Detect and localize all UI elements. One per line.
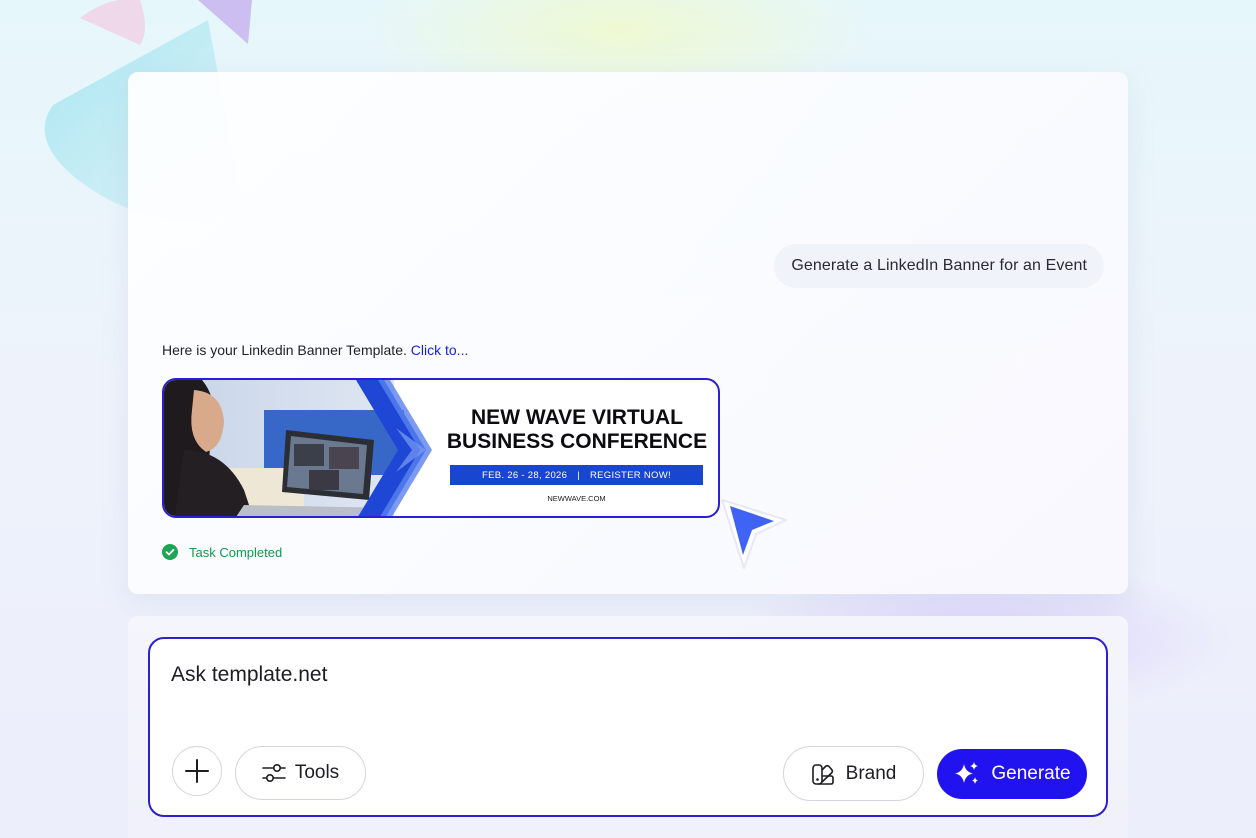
generate-button[interactable]: Generate [937,749,1087,799]
sparkles-icon [955,762,979,784]
brand-label: Brand [845,762,897,784]
chat-panel: Generate a LinkedIn Banner for an Event … [128,72,1128,594]
prompt-input[interactable] [171,663,871,687]
decorative-shapes [80,0,252,45]
banner-date: FEB. 26 - 28, 2026 [482,469,568,481]
banner-cta: REGISTER NOW! [589,469,671,481]
user-message-bubble: Generate a LinkedIn Banner for an Event [774,244,1104,288]
check-circle-icon [162,544,178,560]
banner-title-line: BUSINESS CONFERENCE [446,430,708,453]
banner-url: NEWWAVE.COM [547,494,606,503]
cursor-pointer-icon [721,499,787,569]
banner-separator: | [577,469,580,481]
banner-title-line: NEW WAVE VIRTUAL [471,406,683,429]
banner-title: NEW WAVE VIRTUAL BUSINESS CONFERENCE [432,406,718,454]
composer-box: Tools Brand Generate [148,637,1108,817]
generate-label: Generate [991,763,1071,784]
brand-button[interactable]: Brand [783,746,924,801]
tools-label: Tools [294,762,340,783]
plus-icon [185,759,209,783]
reply-text: Here is your Linkedin Banner Template. [162,342,407,358]
tools-button[interactable]: Tools [235,746,366,800]
sliders-icon [262,763,286,783]
assistant-reply: Here is your Linkedin Banner Template. C… [162,342,468,358]
add-attachment-button[interactable] [172,746,222,796]
status-text: Task Completed [189,544,283,560]
banner-template-preview[interactable]: NEW WAVE VIRTUAL BUSINESS CONFERENCE FEB… [162,378,720,518]
task-status: Task Completed [162,544,282,560]
brand-swatch-icon [811,763,834,785]
reply-link[interactable]: Click to... [411,342,469,358]
banner-date-strip: FEB. 26 - 28, 2026 | REGISTER NOW! [450,465,703,485]
